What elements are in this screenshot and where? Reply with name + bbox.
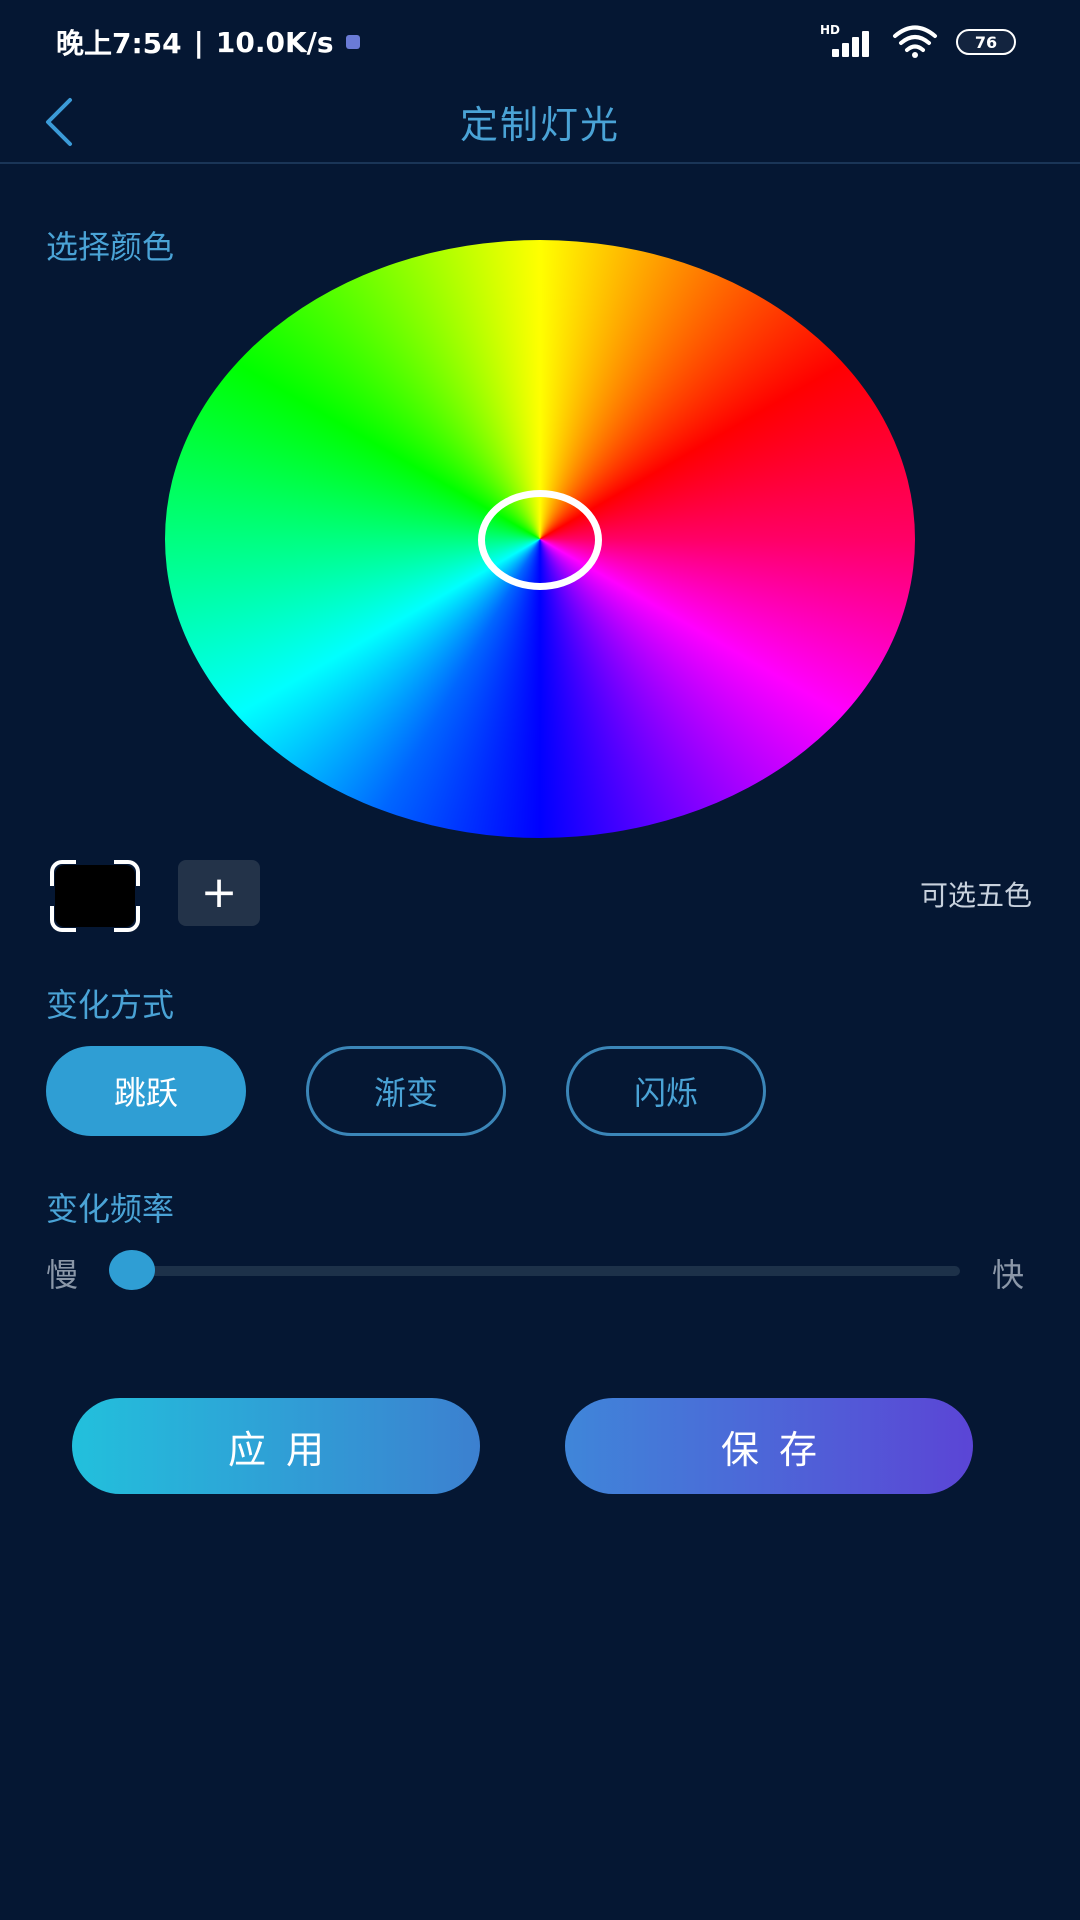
page-title: 定制灯光 — [459, 103, 620, 147]
color-limit-hint: 可选五色 — [919, 879, 1032, 912]
signal-hd-label: HD — [820, 23, 841, 37]
custom-light-page: 晚上7:54 | 10.0K/s HD 76 定制灯光 选择颜色 + 可选五色 … — [0, 0, 1080, 1920]
signal-bar-1 — [832, 49, 839, 57]
slider-min-label: 慢 — [46, 1256, 79, 1294]
signal-bar-2 — [842, 43, 849, 57]
signal-icon: HD — [820, 23, 874, 59]
status-bar: 晚上7:54 | 10.0K/s HD 76 — [0, 0, 1080, 84]
status-left: 晚上7:54 | 10.0K/s — [56, 22, 360, 62]
wifi-icon — [893, 25, 937, 58]
slider-thumb[interactable] — [109, 1250, 155, 1290]
swatch-corner — [114, 860, 140, 886]
apply-button[interactable]: 应用 — [72, 1398, 480, 1494]
frequency-slider[interactable] — [109, 1250, 960, 1290]
signal-bar-3 — [852, 37, 859, 57]
mode-option-flash[interactable]: 闪烁 — [566, 1046, 766, 1136]
slider-max-label: 快 — [992, 1256, 1025, 1294]
signal-bar-4 — [862, 31, 869, 57]
status-net-speed: 10.0K/s — [215, 25, 334, 59]
color-wheel-selector[interactable] — [478, 490, 602, 590]
status-time: 晚上7:54 — [56, 27, 182, 60]
mode-option-fade[interactable]: 渐变 — [306, 1046, 506, 1136]
mode-option-jump[interactable]: 跳跃 — [46, 1046, 246, 1136]
save-button[interactable]: 保存 — [565, 1398, 973, 1494]
status-right: HD 76 — [820, 23, 1016, 60]
swatch-corner — [50, 906, 76, 932]
selected-color-swatch[interactable] — [50, 860, 140, 932]
plus-icon: + — [200, 867, 238, 918]
notification-app-icon — [345, 35, 360, 49]
battery-level: 76 — [974, 32, 998, 52]
color-section-label: 选择颜色 — [46, 228, 175, 266]
header: 定制灯光 — [0, 84, 1080, 164]
status-separator: | — [193, 25, 204, 59]
swatch-corner — [50, 860, 76, 886]
swatch-corner — [114, 906, 140, 932]
mode-section-label: 变化方式 — [46, 986, 175, 1024]
add-color-button[interactable]: + — [178, 860, 260, 926]
battery-icon: 76 — [956, 29, 1016, 55]
frequency-section-label: 变化频率 — [46, 1190, 175, 1228]
